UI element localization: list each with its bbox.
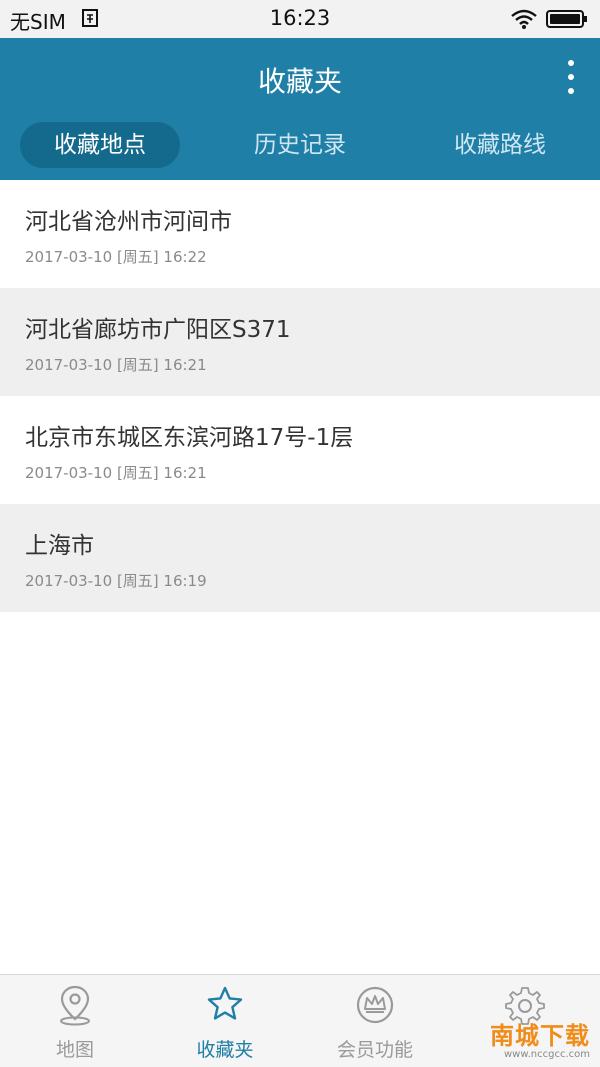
item-title: 上海市 [25, 533, 94, 559]
watermark-url: www.nccgcc.com [503, 1049, 590, 1060]
tab-favorite-places[interactable]: 收藏地点 [20, 122, 180, 168]
more-vertical-icon-dot [568, 60, 574, 66]
item-date: 2017-03-10 [周五] 16:22 [25, 248, 207, 266]
item-title: 北京市东城区东滨河路17号-1层 [25, 425, 354, 451]
more-vertical-icon-dot [568, 74, 574, 80]
list-item[interactable]: 北京市东城区东滨河路17号-1层 2017-03-10 [周五] 16:21 [0, 396, 600, 504]
map-pin-icon [60, 985, 90, 1026]
tab-favorite-routes[interactable]: 收藏路线 [420, 122, 580, 168]
nav-label-favorites: 收藏夹 [196, 1039, 254, 1061]
watermark-logo: 南城下载 www.nccgcc.com [490, 1023, 590, 1061]
more-vertical-icon-dot [568, 88, 574, 94]
status-right [510, 8, 588, 30]
battery-icon [546, 10, 587, 28]
wifi-icon [511, 9, 537, 29]
bottom-nav: 地图 收藏夹 会员功能 南城下载 www.nccgcc.com [0, 974, 600, 1067]
item-title: 河北省廊坊市广阳区S371 [25, 317, 291, 343]
watermark-main: 南城下载 [490, 1022, 590, 1050]
list-item[interactable]: 上海市 2017-03-10 [周五] 16:19 [0, 504, 600, 612]
more-options-button[interactable] [560, 58, 582, 96]
page-title: 收藏夹 [257, 65, 342, 98]
item-title: 河北省沧州市河间市 [25, 209, 232, 235]
list-item[interactable]: 河北省廊坊市广阳区S371 2017-03-10 [周五] 16:21 [0, 288, 600, 396]
item-date: 2017-03-10 [周五] 16:21 [25, 464, 207, 482]
app-header: 收藏夹 收藏地点 历史记录 收藏路线 [0, 38, 600, 180]
gear-icon [505, 987, 545, 1025]
nav-label-membership: 会员功能 [336, 1039, 413, 1061]
nav-item-map[interactable]: 地图 [0, 975, 150, 1067]
nav-label-map: 地图 [55, 1039, 94, 1061]
favorites-list: 河北省沧州市河间市 2017-03-10 [周五] 16:22 河北省廊坊市广阳… [0, 180, 600, 612]
crown-icon [356, 986, 394, 1024]
nav-item-favorites[interactable]: 收藏夹 [150, 975, 300, 1067]
status-bar: 无SIM 16:23 [0, 0, 600, 38]
star-icon [207, 986, 243, 1020]
tab-history[interactable]: 历史记录 [220, 122, 380, 168]
item-date: 2017-03-10 [周五] 16:19 [25, 572, 207, 590]
list-item[interactable]: 河北省沧州市河间市 2017-03-10 [周五] 16:22 [0, 180, 600, 288]
item-date: 2017-03-10 [周五] 16:21 [25, 356, 207, 374]
nav-item-membership[interactable]: 会员功能 [300, 975, 450, 1067]
